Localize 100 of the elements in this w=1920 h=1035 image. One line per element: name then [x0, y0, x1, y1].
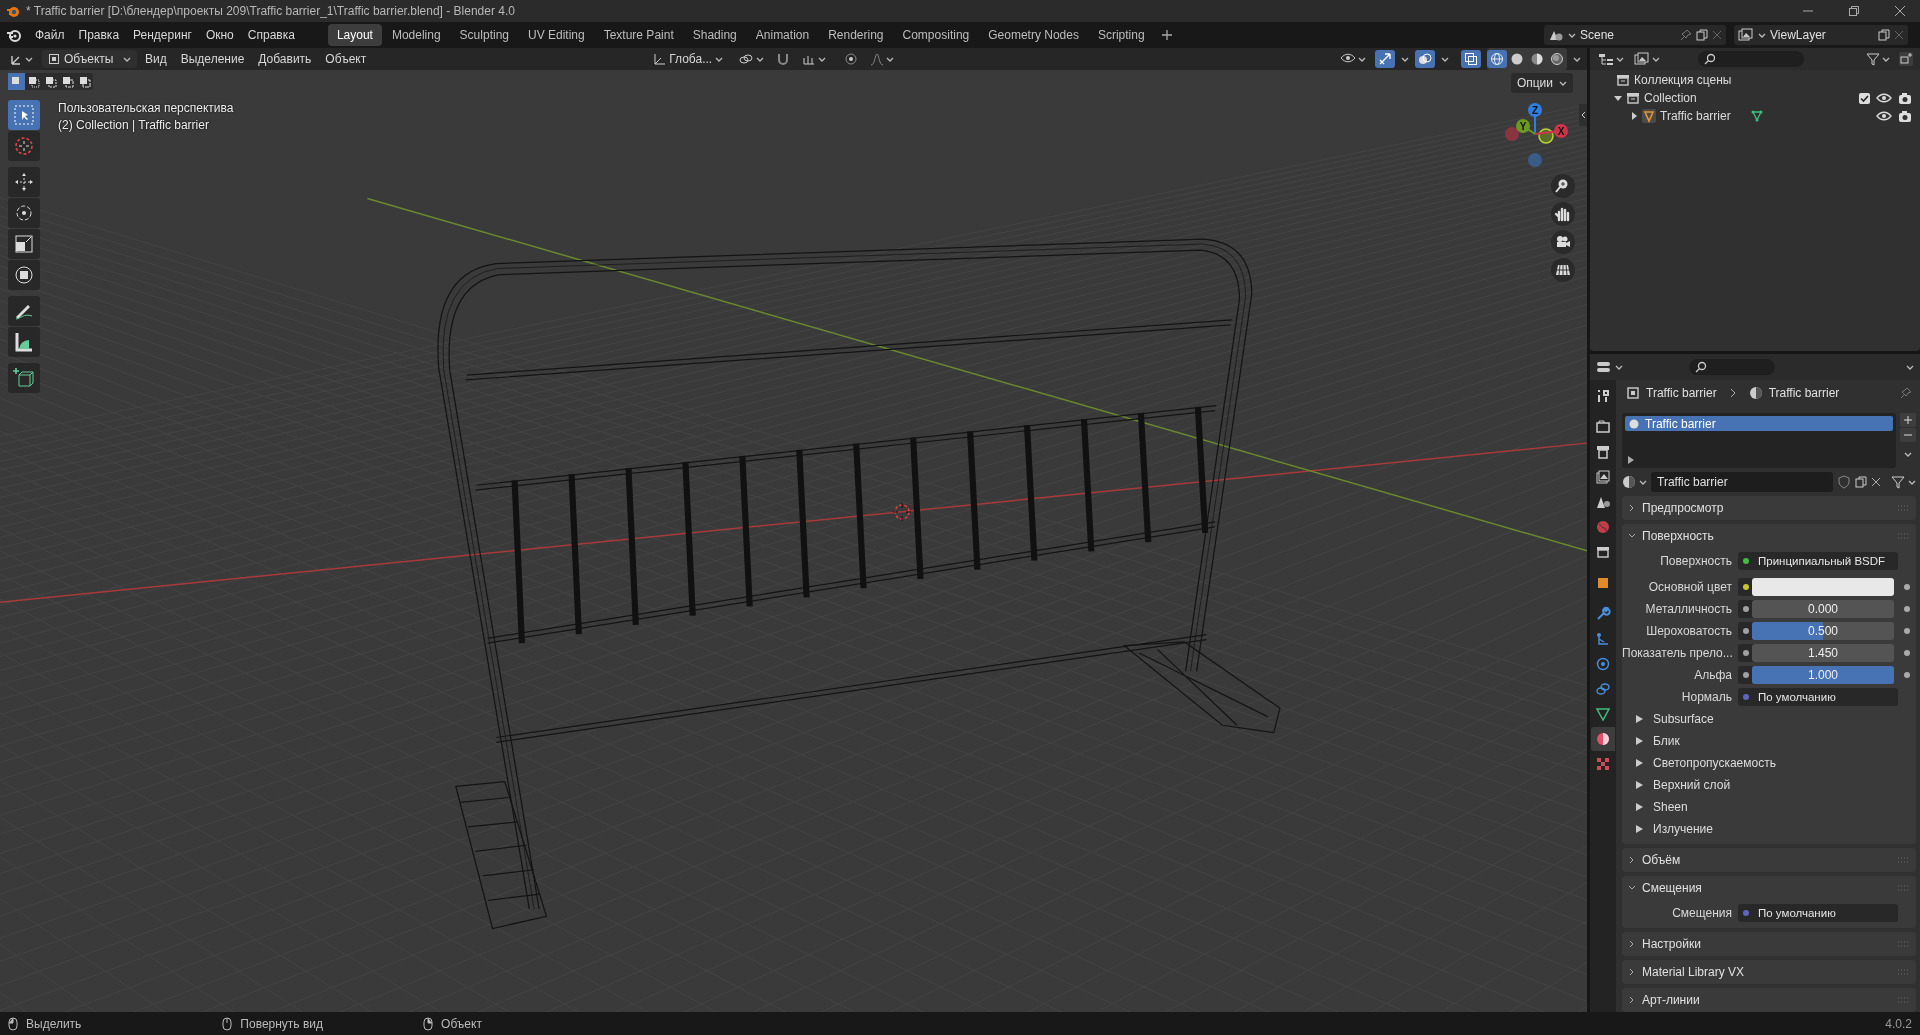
panel-header[interactable]: Поверхность: [1622, 524, 1916, 548]
triangle-right-icon[interactable]: [1628, 456, 1634, 464]
menu-item[interactable]: Вид: [139, 50, 173, 68]
menu-item[interactable]: Выделение: [174, 50, 251, 68]
overlay-toggle[interactable]: [1415, 50, 1435, 68]
keyframe-dot[interactable]: [1904, 650, 1910, 656]
workspace-tab[interactable]: Layout: [327, 24, 382, 46]
panel-header[interactable]: Настройки: [1622, 932, 1916, 956]
axis-handle[interactable]: Z: [1528, 103, 1542, 135]
tree-item-label[interactable]: Collection: [1644, 91, 1697, 105]
workspace-tab[interactable]: Modeling: [382, 24, 450, 46]
link-dropdown[interactable]: По умолчанию: [1752, 688, 1898, 706]
checkbox[interactable]: [1859, 92, 1870, 104]
editor-type-dropdown[interactable]: [1596, 360, 1623, 374]
menu-item[interactable]: Окно: [198, 25, 241, 45]
axis-handle[interactable]: [1505, 127, 1519, 141]
value-slider[interactable]: 0.000: [1752, 600, 1894, 618]
workspace-tab[interactable]: Scripting: [1088, 24, 1154, 46]
workspace-tab[interactable]: Texture Paint: [594, 24, 683, 46]
value-slider[interactable]: 1.450: [1752, 644, 1894, 662]
tree-item-label[interactable]: Коллекция сцены: [1634, 73, 1732, 87]
copy-icon[interactable]: [1855, 476, 1867, 488]
camera-button[interactable]: [1551, 230, 1575, 254]
socket-dot[interactable]: [1743, 558, 1749, 564]
gizmo-toggle[interactable]: [1375, 50, 1395, 68]
axis-handle[interactable]: [1538, 128, 1554, 144]
socket-dot[interactable]: [1743, 584, 1749, 590]
display-mode-dropdown[interactable]: [1632, 51, 1662, 67]
tool-button[interactable]: [8, 198, 40, 228]
filter-dropdown[interactable]: [1891, 475, 1916, 489]
close-icon[interactable]: [1894, 30, 1904, 40]
tool-button[interactable]: [8, 327, 40, 357]
zoom-button[interactable]: [1551, 174, 1575, 198]
material-slot[interactable]: Traffic barrier: [1625, 416, 1893, 431]
add-slot-button[interactable]: [1900, 413, 1916, 427]
scene-selector[interactable]: Scene: [1544, 25, 1726, 45]
value-slider[interactable]: 1.000: [1752, 666, 1894, 684]
orientation-dropdown[interactable]: Глоба...: [646, 50, 730, 68]
socket-dot[interactable]: [1743, 672, 1749, 678]
copy-icon[interactable]: [1696, 29, 1708, 41]
workspace-tab[interactable]: Geometry Nodes: [979, 24, 1088, 46]
tool-button[interactable]: [8, 363, 40, 393]
options-dropdown[interactable]: [1906, 363, 1914, 371]
menu-item[interactable]: Объект: [319, 50, 373, 68]
hand-button[interactable]: [1551, 202, 1575, 226]
panel-header[interactable]: Арт-линии: [1622, 988, 1916, 1012]
subpanel-header[interactable]: Верхний слой: [1622, 774, 1731, 796]
subpanel-header[interactable]: Излучение: [1622, 818, 1713, 840]
copy-icon[interactable]: [1878, 29, 1890, 41]
menu-item[interactable]: Правка: [71, 25, 127, 45]
menu-item[interactable]: Добавить: [252, 50, 318, 68]
maximize-icon[interactable]: [1848, 5, 1860, 17]
triangle-down-icon[interactable]: [1614, 94, 1622, 102]
chevron-left-icon[interactable]: [1580, 111, 1586, 119]
axis-handle[interactable]: [1528, 153, 1542, 167]
socket-dot[interactable]: [1743, 628, 1749, 634]
shield-icon[interactable]: [1837, 475, 1851, 489]
close-icon[interactable]: [1712, 30, 1722, 40]
close-icon[interactable]: [1871, 477, 1881, 487]
pin-icon[interactable]: [1900, 386, 1912, 399]
panel-header[interactable]: Предпросмотр: [1622, 496, 1916, 520]
workspace-tab[interactable]: Compositing: [893, 24, 979, 46]
subpanel-header[interactable]: Subsurface: [1622, 708, 1714, 730]
blender-logo-icon[interactable]: [6, 28, 22, 42]
link-dropdown[interactable]: Принципиальный BSDF: [1752, 552, 1898, 570]
menu-item[interactable]: Справка: [240, 25, 302, 45]
tree-item-label[interactable]: Traffic barrier: [1660, 109, 1731, 123]
eye-icon[interactable]: [1876, 92, 1892, 104]
workspace-tab[interactable]: Animation: [746, 24, 819, 46]
triangle-right-icon[interactable]: [1630, 112, 1638, 120]
keyframe-dot[interactable]: [1904, 606, 1910, 612]
workspace-tab[interactable]: Shading: [683, 24, 746, 46]
panel-header[interactable]: Смещения: [1622, 876, 1916, 900]
view-layer-selector[interactable]: ViewLayer: [1734, 25, 1908, 45]
shading-toggle[interactable]: [1487, 50, 1507, 68]
socket-dot[interactable]: [1743, 650, 1749, 656]
socket-dot[interactable]: [1743, 910, 1749, 916]
remove-slot-button[interactable]: [1900, 428, 1916, 442]
menu-item[interactable]: Рендеринг: [126, 25, 199, 45]
filter-dropdown[interactable]: [1864, 51, 1892, 67]
socket-dot[interactable]: [1743, 606, 1749, 612]
properties-tab[interactable]: [1591, 727, 1615, 751]
tool-button[interactable]: [8, 229, 40, 259]
xray-toggle[interactable]: [1461, 50, 1481, 68]
color-swatch[interactable]: [1752, 578, 1894, 596]
panel-header[interactable]: Material Library VX: [1622, 960, 1916, 984]
browse-material-dropdown[interactable]: [1622, 475, 1647, 489]
new-collection-icon[interactable]: [1898, 51, 1914, 67]
plus-icon[interactable]: [1160, 29, 1173, 41]
breadcrumb-item[interactable]: Traffic barrier: [1646, 385, 1717, 400]
material-name-field[interactable]: Traffic barrier: [1651, 472, 1833, 492]
subpanel-header[interactable]: Блик: [1622, 730, 1680, 752]
value-slider[interactable]: 0.500: [1752, 622, 1894, 640]
subpanel-header[interactable]: Sheen: [1622, 796, 1688, 818]
editor-type-dropdown[interactable]: [1596, 51, 1626, 67]
options-dropdown[interactable]: Опции: [1510, 73, 1573, 93]
search-field[interactable]: [1698, 51, 1804, 67]
keyframe-dot[interactable]: [1904, 628, 1910, 634]
tool-button[interactable]: [8, 296, 40, 326]
breadcrumb-item[interactable]: Traffic barrier: [1768, 385, 1840, 400]
